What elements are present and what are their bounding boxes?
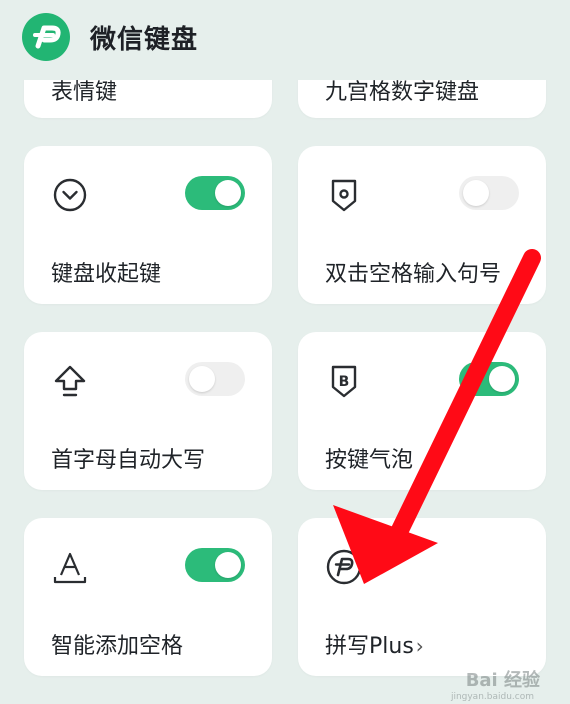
collapse-key-label: 键盘收起键	[51, 262, 162, 287]
svg-text:B: B	[339, 374, 350, 390]
toggle-knob	[463, 180, 489, 206]
tag-shield-icon	[325, 176, 363, 214]
smart-space-label: 智能添加空格	[51, 634, 184, 659]
double-space-period-toggle[interactable]	[459, 176, 519, 210]
pinyin-plus-link[interactable]: 拼写Plus ›	[325, 628, 424, 660]
key-bubble-card[interactable]: B 按键气泡	[298, 332, 546, 490]
auto-capitalize-card[interactable]: 首字母自动大写	[24, 332, 272, 490]
smart-space-toggle[interactable]	[185, 548, 245, 582]
watermark-url: jingyan.baidu.com	[450, 692, 534, 702]
pinyin-plus-label: 拼写Plus	[325, 634, 414, 659]
toggle-knob	[215, 552, 241, 578]
letter-a-underline-icon	[51, 548, 89, 586]
double-space-period-card[interactable]: 双击空格输入句号	[298, 146, 546, 304]
app-header: 微信键盘	[0, 0, 570, 80]
collapse-key-card[interactable]: 键盘收起键	[24, 146, 272, 304]
pinyin-plus-card[interactable]: 拼写Plus ›	[298, 518, 546, 676]
chevron-circle-down-icon	[51, 176, 89, 214]
pinyin-plus-icon	[325, 548, 363, 586]
auto-capitalize-toggle[interactable]	[185, 362, 245, 396]
watermark: Bai 经验	[465, 670, 540, 691]
key-bubble-toggle[interactable]	[459, 362, 519, 396]
auto-capitalize-label: 首字母自动大写	[51, 448, 206, 473]
chevron-right-icon: ›	[415, 634, 424, 658]
page-title: 微信键盘	[90, 25, 199, 55]
toggle-knob	[489, 366, 515, 392]
double-space-period-label: 双击空格输入句号	[325, 262, 502, 287]
collapse-key-toggle[interactable]	[185, 176, 245, 210]
b-shield-icon: B	[325, 362, 363, 400]
toggle-knob	[189, 366, 215, 392]
shift-arrow-icon	[51, 362, 89, 400]
toggle-knob	[215, 180, 241, 206]
key-bubble-label: 按键气泡	[325, 448, 414, 473]
smart-space-card[interactable]: 智能添加空格	[24, 518, 272, 676]
wechat-keyboard-logo-icon	[22, 13, 70, 61]
